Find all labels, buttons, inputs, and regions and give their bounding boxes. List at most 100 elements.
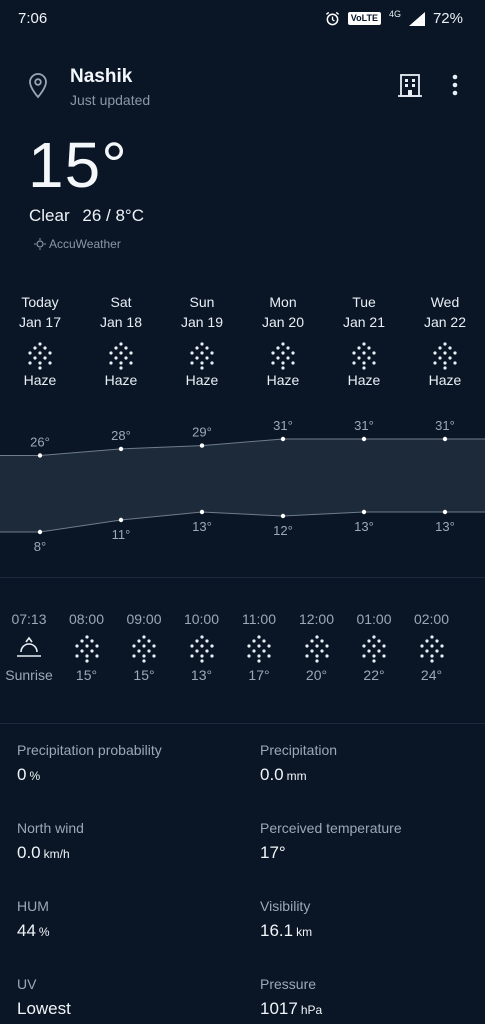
hour-column: 07:13 Sunrise [0, 611, 58, 683]
low-temp-label: 8° [34, 539, 46, 554]
battery-level: 72% [432, 10, 463, 27]
detail-number: 17° [260, 843, 286, 862]
hour-value: 17° [248, 667, 270, 683]
haze-icon [419, 635, 444, 663]
day-condition: Haze [104, 372, 138, 388]
detail-value: 0% [17, 765, 40, 785]
hour-value: 24° [420, 667, 443, 683]
temperature-chart: 26° 28° 29° 31° 31° 31° 8° 11° 13° 12° 13° 13° [0, 418, 485, 554]
low-temp-point [442, 509, 448, 515]
detail-value: 1017 hPa [260, 999, 322, 1019]
low-temp-point [118, 517, 124, 523]
detail-number: 16.1 [260, 921, 294, 940]
day-name: Sun [189, 294, 215, 310]
day-name: Wed [430, 294, 460, 310]
status-bar: 7:06 VoLTE 4G 72% [0, 0, 485, 36]
high-temp-point [199, 443, 205, 448]
high-temp-point [37, 453, 43, 458]
detail-number: 0 [17, 765, 27, 784]
city-name[interactable]: Nashik [70, 66, 132, 88]
day-date: Jan 22 [423, 314, 467, 330]
hour-column: 10:00 13° [173, 611, 231, 683]
day-column[interactable]: Wed Jan 22 Haze [405, 292, 485, 388]
hour-value: 15° [75, 667, 98, 683]
city-list-icon[interactable] [398, 72, 422, 98]
signal-icon [408, 11, 425, 26]
more-options-icon[interactable] [446, 72, 464, 98]
hour-value: Sunrise [5, 667, 53, 683]
location-pin-icon[interactable] [26, 72, 50, 100]
haze-icon [28, 342, 52, 370]
day-condition: Haze [428, 372, 462, 388]
hour-time: 09:00 [126, 611, 162, 627]
day-date: Jan 20 [261, 314, 305, 330]
provider-logo[interactable]: AccuWeather [34, 237, 121, 251]
haze-icon [132, 635, 156, 663]
high-temp-label: 31° [273, 418, 293, 433]
alarm-icon [325, 11, 339, 26]
day-date: Jan 21 [342, 314, 386, 330]
high-temp-label: 31° [354, 418, 374, 433]
low-temp-point [280, 513, 286, 519]
detail-label: Visibility [260, 898, 311, 914]
high-temp-point [280, 436, 286, 442]
hour-column: 11:00 17° [230, 611, 288, 683]
day-column[interactable]: Sat Jan 18 Haze [81, 292, 161, 388]
haze-icon [304, 635, 329, 663]
day-column[interactable]: Sun Jan 19 Haze [162, 292, 242, 388]
day-name: Today [21, 294, 59, 310]
detail-unit: hPa [300, 1003, 323, 1017]
detail-value: 0.0 km/h [17, 843, 70, 863]
status-time: 7:06 [18, 10, 48, 27]
hour-value: 13° [190, 667, 213, 683]
hour-time: 07:13 [11, 611, 47, 627]
status-icons: VoLTE 4G 72% [325, 9, 463, 27]
low-temp-label: 13° [354, 519, 374, 534]
haze-icon [109, 342, 133, 370]
detail-label: UV [17, 976, 37, 992]
low-temp-label: 13° [435, 519, 455, 534]
day-column[interactable]: Mon Jan 20 Haze [243, 292, 323, 388]
day-column[interactable]: Today Jan 17 Haze [0, 292, 80, 388]
hour-value: 15° [133, 667, 155, 683]
hour-column: 02:00 24° [403, 611, 461, 683]
haze-icon [190, 342, 214, 370]
haze-icon [189, 635, 214, 663]
hour-column: 01:00 22° [345, 611, 403, 683]
divider [0, 723, 485, 724]
current-condition: Clear [29, 206, 70, 225]
haze-icon [362, 635, 386, 663]
low-temp-point [361, 509, 367, 515]
haze-icon [271, 342, 295, 370]
day-column[interactable]: Tue Jan 21 Haze [324, 292, 404, 388]
high-temp-point [442, 436, 448, 442]
low-temp-label: 12° [273, 523, 293, 538]
detail-label: Precipitation [260, 742, 338, 758]
high-temp-point [361, 436, 367, 442]
accuweather-sun-icon [34, 238, 46, 250]
day-condition: Haze [23, 372, 57, 388]
hour-time: 12:00 [298, 611, 335, 627]
detail-unit: % [29, 769, 41, 783]
haze-icon [247, 635, 271, 663]
detail-label: HUM [17, 898, 49, 914]
low-temp-point [199, 509, 205, 515]
hour-time: 11:00 [242, 611, 276, 627]
detail-number: 1017 [260, 999, 298, 1018]
detail-number: 44 [17, 921, 36, 940]
high-temp-label: 31° [435, 418, 455, 433]
hour-value: 22° [363, 667, 385, 683]
detail-unit: km [296, 925, 313, 939]
day-name: Tue [352, 294, 376, 310]
hour-column: 08:00 15° [58, 611, 116, 683]
day-name: Sat [110, 294, 132, 310]
day-condition: Haze [347, 372, 381, 388]
day-condition: Haze [185, 372, 219, 388]
hour-time: 08:00 [68, 611, 105, 627]
day-date: Jan 17 [18, 314, 62, 330]
high-temp-label: 26° [30, 435, 50, 450]
high-temp-point [118, 446, 124, 452]
temperature-range: 26 / 8°C [82, 206, 144, 225]
detail-number: Lowest [17, 999, 71, 1018]
detail-unit: % [38, 925, 50, 939]
